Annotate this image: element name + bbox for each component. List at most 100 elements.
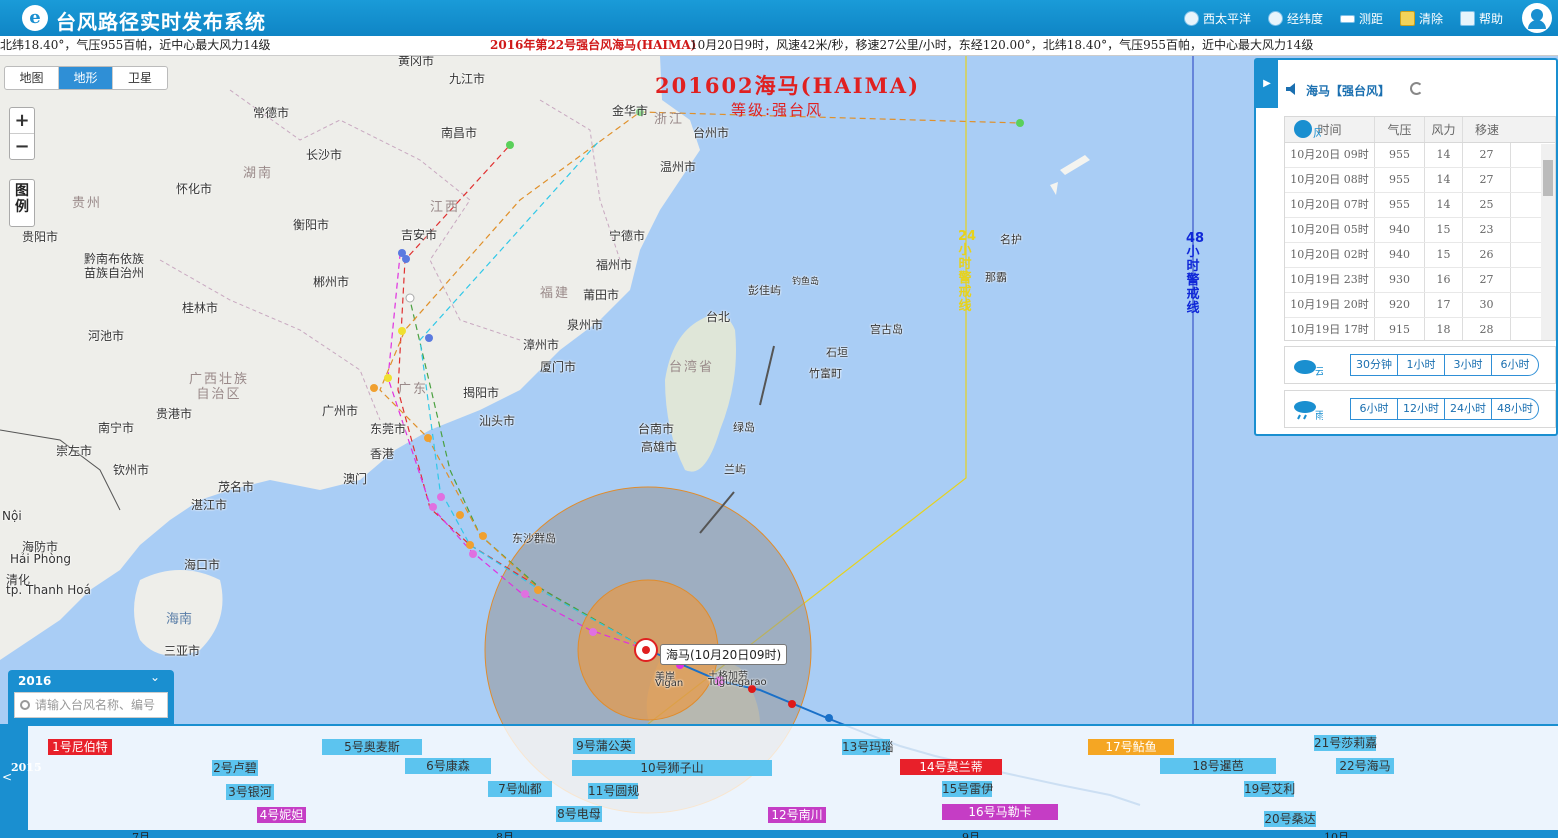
typhoon-chip-6[interactable]: 6号康森 <box>405 758 491 774</box>
city-label: 常德市 <box>253 106 290 120</box>
wind-tag: 风 <box>1313 127 1321 140</box>
city-label: 温州市 <box>660 160 697 174</box>
typhoon-chip-12[interactable]: 12号南川 <box>768 807 826 823</box>
table-row[interactable]: 10月20日 08时 955 14 27 <box>1285 168 1555 193</box>
typhoon-tooltip: 海马(10月20日09时) <box>660 644 788 665</box>
city-label: 贵港市 <box>156 407 193 421</box>
city-label: 南昌市 <box>441 126 478 140</box>
rain-48h-button[interactable]: 48小时 <box>1491 398 1539 420</box>
typhoon-chip-5[interactable]: 5号奥麦斯 <box>322 739 422 755</box>
cloud-6h-button[interactable]: 6小时 <box>1491 354 1539 376</box>
zoom-out-button[interactable]: − <box>10 134 34 160</box>
city-label: 崇左市 <box>56 444 93 458</box>
rain-24h-button[interactable]: 24小时 <box>1444 398 1492 420</box>
legend-button[interactable]: 图例 <box>9 179 35 227</box>
map-type-terrain[interactable]: 地形 <box>59 67 113 89</box>
city-label: 郴州市 <box>313 275 350 289</box>
typhoon-chip-11[interactable]: 11号圆规 <box>588 783 639 799</box>
month-label: 7月 <box>132 831 150 838</box>
typhoon-chip-22[interactable]: 22号海马 <box>1336 758 1394 774</box>
rain-controls: 雨 6小时 12小时 24小时 48小时 <box>1284 390 1556 428</box>
rain-12h-button[interactable]: 12小时 <box>1397 398 1445 420</box>
panel-toggle-button[interactable]: ▶ <box>1256 60 1278 108</box>
cloud-1h-button[interactable]: 1小时 <box>1397 354 1445 376</box>
city-label: 宫古岛 <box>870 323 903 336</box>
user-avatar[interactable] <box>1522 3 1552 33</box>
typhoon-chip-13[interactable]: 13号玛瑙 <box>842 739 893 755</box>
table-row[interactable]: 10月19日 20时 920 17 30 <box>1285 293 1555 318</box>
typhoon-chip-19[interactable]: 19号艾利 <box>1244 781 1295 797</box>
typhoon-search-input[interactable] <box>14 692 168 718</box>
cloud-3h-button[interactable]: 3小时 <box>1444 354 1492 376</box>
typhoon-chip-4[interactable]: 4号妮妲 <box>257 807 306 823</box>
city-label: 钦州市 <box>113 463 150 477</box>
map-type-switch: 地图 地形 卫星 <box>4 66 168 90</box>
city-label: 汕头市 <box>479 414 516 428</box>
broom-icon <box>1400 11 1415 26</box>
timeline-year: 2015 <box>11 761 42 774</box>
province-label: 贵州 <box>72 196 103 211</box>
typhoon-chip-8[interactable]: 8号电母 <box>556 806 602 822</box>
typhoon-chip-3[interactable]: 3号银河 <box>226 784 274 800</box>
city-label: 漳州市 <box>523 338 560 352</box>
table-scrollbar[interactable] <box>1541 144 1555 340</box>
city-label: 黄冈市 <box>398 56 435 68</box>
west-pacific-button[interactable]: 西太平洋 <box>1184 10 1251 27</box>
typhoon-chip-10[interactable]: 10号狮子山 <box>572 760 772 776</box>
table-row[interactable]: 10月20日 07时 955 14 25 <box>1285 193 1555 218</box>
lat-lon-button[interactable]: 经纬度 <box>1268 10 1323 27</box>
city-label: Vigan <box>655 678 684 689</box>
typhoon-info-panel: ▶ 海马【强台风】 风 时间 气压 风力 移速 10月20日 09时955142… <box>1254 58 1558 436</box>
typhoon-chip-20[interactable]: 20号桑达 <box>1264 811 1316 827</box>
search-year: 2016 <box>18 674 52 688</box>
typhoon-chip-14[interactable]: 14号莫兰蒂 <box>900 759 1002 775</box>
clear-button[interactable]: 清除 <box>1400 10 1443 27</box>
app-title: 台风路径实时发布系统 <box>56 10 266 34</box>
table-header: 风 时间 气压 风力 移速 <box>1285 117 1555 143</box>
typhoon-chip-16[interactable]: 16号马勒卡 <box>942 804 1058 820</box>
measure-distance-button[interactable]: 测距 <box>1340 10 1383 27</box>
zoom-in-button[interactable]: + <box>10 108 34 134</box>
table-row[interactable]: 10月20日 05时 940 15 23 <box>1285 218 1555 243</box>
city-label: 福州市 <box>596 258 633 272</box>
timeline-year-switch[interactable]: < 2015 <box>0 726 42 838</box>
typhoon-search-box: 2016 ⌄ <box>8 670 174 724</box>
map-type-map[interactable]: 地图 <box>5 67 59 89</box>
typhoon-chip-17[interactable]: 17号鲇鱼 <box>1088 739 1174 755</box>
city-label: 莆田市 <box>583 288 620 302</box>
col-time: 风 时间 <box>1285 117 1375 142</box>
city-label: 台北 <box>706 310 731 324</box>
city-label: 石垣 <box>826 346 848 359</box>
typhoon-chip-18[interactable]: 18号暹芭 <box>1160 758 1276 774</box>
cloud-tag: 云 <box>1315 367 1323 377</box>
typhoon-chip-7[interactable]: 7号灿都 <box>488 781 552 797</box>
typhoon-chip-15[interactable]: 15号雷伊 <box>942 781 993 797</box>
typhoon-chip-9[interactable]: 9号蒲公英 <box>573 738 635 754</box>
city-label: 泉州市 <box>567 318 604 332</box>
city-label: 海口市 <box>184 558 221 572</box>
table-row[interactable]: 10月20日 02时 940 15 26 <box>1285 243 1555 268</box>
chevron-down-icon[interactable]: ⌄ <box>150 670 160 684</box>
table-body: 10月20日 09时 955 14 27 10月20日 08时 955 14 27 10月2… <box>1285 143 1555 340</box>
map-type-satellite[interactable]: 卫星 <box>113 67 167 89</box>
ryukyu-islands <box>1050 155 1090 195</box>
refresh-icon[interactable] <box>1410 82 1423 95</box>
city-label: Nội <box>2 509 22 523</box>
scrollbar-thumb[interactable] <box>1543 160 1553 196</box>
typhoon-chip-1[interactable]: 1号尼伯特 <box>48 739 112 755</box>
table-row[interactable]: 10月19日 17时 915 18 28 <box>1285 318 1555 340</box>
city-label: 台南市 <box>638 422 675 436</box>
city-label: 宁德市 <box>609 229 646 243</box>
table-row[interactable]: 10月19日 23时 930 16 27 <box>1285 268 1555 293</box>
ticker-detail-text: 10月20日9时，风速42米/秒，移速27公里/小时，东经120.00°，北纬1… <box>690 38 1314 52</box>
cloud-icon: 云 <box>1294 360 1323 377</box>
typhoon-chip-2[interactable]: 2号卢碧 <box>212 760 258 776</box>
cloud-30min-button[interactable]: 30分钟 <box>1350 354 1398 376</box>
rain-6h-button[interactable]: 6小时 <box>1350 398 1398 420</box>
search-icon <box>20 700 30 710</box>
city-label: 东莞市 <box>370 422 407 436</box>
city-label: 香港 <box>370 447 395 461</box>
typhoon-chip-21[interactable]: 21号莎莉嘉 <box>1314 735 1377 751</box>
table-row[interactable]: 10月20日 09时 955 14 27 <box>1285 143 1555 168</box>
help-button[interactable]: 帮助 <box>1460 10 1503 27</box>
